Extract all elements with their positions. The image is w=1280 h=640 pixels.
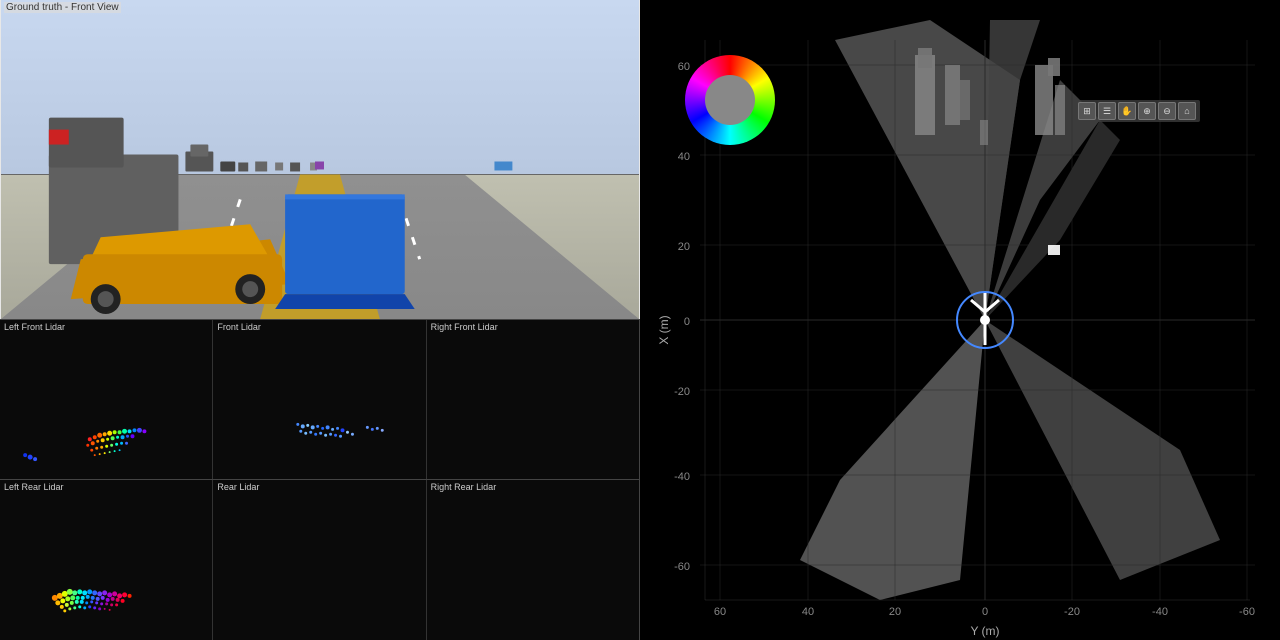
svg-text:40: 40 bbox=[802, 606, 814, 618]
front-lidar-label: Front Lidar bbox=[217, 322, 261, 332]
left-front-lidar-panel: Left Front Lidar bbox=[0, 320, 213, 479]
lidar-top-row: Left Front Lidar bbox=[0, 320, 639, 480]
svg-text:-20: -20 bbox=[1064, 606, 1080, 618]
rear-lidar-view bbox=[213, 480, 425, 640]
front-lidar-panel: Front Lidar bbox=[213, 320, 426, 479]
left-front-lidar-label: Left Front Lidar bbox=[4, 322, 65, 332]
left-rear-lidar-label: Left Rear Lidar bbox=[4, 482, 64, 492]
right-rear-lidar-view bbox=[427, 480, 639, 640]
rear-lidar-panel: Rear Lidar bbox=[213, 480, 426, 640]
right-rear-lidar-label: Right Rear Lidar bbox=[431, 482, 497, 492]
colorwheel-center bbox=[705, 75, 755, 125]
grid-tracker-panel: Grid-based Tracker bbox=[640, 0, 1280, 640]
svg-text:Y (m): Y (m) bbox=[970, 624, 999, 638]
rear-lidar-label: Rear Lidar bbox=[217, 482, 259, 492]
colorwheel bbox=[685, 55, 775, 145]
toolbar-btn-pan[interactable]: ✋ bbox=[1118, 102, 1136, 120]
right-front-lidar-panel: Right Front Lidar bbox=[427, 320, 639, 479]
tracker-toolbar[interactable]: ⊞ ☰ ✋ ⊕ ⊖ ⌂ bbox=[1074, 100, 1200, 122]
svg-text:60: 60 bbox=[678, 61, 690, 73]
svg-text:-60: -60 bbox=[1239, 606, 1255, 618]
svg-text:X (m): X (m) bbox=[657, 315, 671, 344]
left-rear-lidar-panel: Left Rear Lidar bbox=[0, 480, 213, 640]
svg-text:-60: -60 bbox=[674, 561, 690, 573]
svg-text:20: 20 bbox=[678, 241, 690, 253]
toolbar-btn-grid[interactable]: ⊞ bbox=[1078, 102, 1096, 120]
lidar-points bbox=[23, 428, 146, 461]
svg-text:-20: -20 bbox=[674, 386, 690, 398]
toolbar-btn-list[interactable]: ☰ bbox=[1098, 102, 1116, 120]
left-panel: Ground truth - Front View bbox=[0, 0, 640, 640]
right-rear-lidar-panel: Right Rear Lidar bbox=[427, 480, 639, 640]
left-rear-lidar-view bbox=[0, 480, 212, 640]
right-front-lidar-label: Right Front Lidar bbox=[431, 322, 498, 332]
svg-text:-40: -40 bbox=[1152, 606, 1168, 618]
svg-text:0: 0 bbox=[684, 316, 690, 328]
svg-text:20: 20 bbox=[889, 606, 901, 618]
toolbar-btn-zoom-out[interactable]: ⊖ bbox=[1158, 102, 1176, 120]
front-lidar-view bbox=[213, 320, 425, 479]
ground-truth-scene bbox=[0, 0, 640, 319]
left-rear-points bbox=[52, 589, 132, 612]
toolbar-btn-home[interactable]: ⌂ bbox=[1178, 102, 1196, 120]
right-front-lidar-view bbox=[427, 320, 639, 479]
toolbar-btn-zoom-in[interactable]: ⊕ bbox=[1138, 102, 1156, 120]
lidar-bottom-row: Left Rear Lidar bbox=[0, 480, 639, 640]
ground-truth-panel: Ground truth - Front View bbox=[0, 0, 640, 320]
svg-text:60: 60 bbox=[714, 606, 726, 618]
ground-truth-label: Ground truth - Front View bbox=[4, 2, 121, 13]
svg-text:0: 0 bbox=[982, 606, 988, 618]
svg-text:-40: -40 bbox=[674, 471, 690, 483]
svg-text:40: 40 bbox=[678, 151, 690, 163]
left-front-lidar-view bbox=[0, 320, 212, 479]
